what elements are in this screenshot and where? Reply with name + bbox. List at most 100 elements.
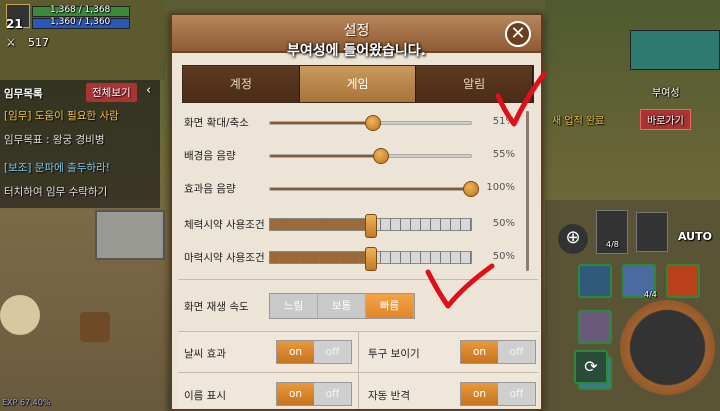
hp-potion-value: 50% — [492, 218, 515, 229]
skill-slot[interactable] — [666, 264, 700, 298]
quest-item[interactable]: [보조] 문파에 출두하라! — [4, 160, 110, 175]
auto-button[interactable]: AUTO — [678, 230, 712, 243]
weather-effect-label: 날씨 효과 — [184, 348, 226, 360]
quest-item[interactable]: [임무] 도움이 필요한 사람 — [4, 108, 119, 123]
slider-segment — [340, 219, 351, 230]
auto-counter-label: 자동 반격 — [368, 390, 410, 402]
playback-speed-group: 느림 보통 빠름 — [269, 293, 415, 319]
helmet-visible-label: 투구 보이기 — [368, 348, 420, 360]
target-icon[interactable]: ⊕ — [558, 224, 588, 254]
toggle-on[interactable]: on — [277, 341, 314, 363]
slider-segment — [440, 219, 451, 230]
slider-segment — [450, 219, 461, 230]
attack-button[interactable] — [620, 300, 715, 395]
achievement-notice: 새 업적 완료 — [552, 116, 605, 127]
building-roof — [630, 30, 720, 70]
playback-speed-label: 화면 재생 속도 — [184, 301, 249, 313]
name-display-toggle[interactable]: on off — [276, 382, 352, 406]
stone-wall — [95, 210, 165, 260]
view-all-button[interactable]: 전체보기 — [86, 83, 137, 102]
slider-segment — [290, 252, 301, 263]
attack-value: 517 — [28, 36, 49, 49]
quest-header: 임무목록 — [4, 88, 43, 100]
quest-item[interactable]: 임무목표 : 왕궁 경비병 — [4, 132, 105, 147]
sfx-slider[interactable] — [269, 181, 479, 197]
speed-fast-button[interactable]: 빠름 — [366, 294, 414, 318]
slider-segment — [320, 252, 331, 263]
tab-game[interactable]: 게임 — [299, 66, 417, 102]
slider-segment — [320, 219, 331, 230]
bgm-slider-handle[interactable] — [372, 148, 389, 164]
zoom-slider[interactable] — [269, 115, 472, 131]
sfx-setting: 효과음 음량 100% — [184, 179, 519, 199]
slider-segment — [340, 252, 351, 263]
player-level: 21 — [6, 17, 23, 31]
slider-segment — [330, 219, 341, 230]
toggle-on[interactable]: on — [277, 383, 314, 405]
barrel — [80, 312, 110, 342]
weather-effect-toggle[interactable]: on off — [276, 340, 352, 364]
checkmark-annotation — [425, 263, 495, 309]
slider-segment — [290, 219, 301, 230]
slot-count: 4/8 — [606, 240, 619, 249]
slider-segment — [330, 252, 341, 263]
slider-segment — [270, 219, 281, 230]
toggle-on[interactable]: on — [461, 341, 498, 363]
slider-segment — [300, 219, 311, 230]
slider-segment — [350, 219, 361, 230]
bag-icon[interactable] — [636, 212, 668, 252]
speed-normal-button[interactable]: 보통 — [318, 294, 366, 318]
helmet-visible-toggle[interactable]: on off — [460, 340, 536, 364]
slider-segment — [310, 219, 321, 230]
tab-account[interactable]: 계정 — [183, 66, 300, 102]
sfx-value: 100% — [486, 182, 515, 193]
skill-slot[interactable] — [578, 264, 612, 298]
hp-potion-setting: 체력시약 사용조건 50% — [184, 214, 519, 238]
sfx-slider-handle[interactable] — [463, 181, 479, 197]
bgm-slider[interactable] — [269, 148, 472, 164]
swap-icon[interactable]: ⟳ — [574, 350, 608, 384]
quest-item[interactable]: 터치하여 임무 수락하기 — [4, 184, 107, 199]
toggle-off[interactable]: off — [314, 383, 351, 405]
divider — [178, 372, 538, 373]
toggle-off[interactable]: off — [314, 341, 351, 363]
slider-segment — [270, 252, 281, 263]
skill-slot[interactable] — [578, 310, 612, 344]
zoom-slider-handle[interactable] — [364, 115, 381, 131]
mp-text: 1,360 / 1,360 — [50, 17, 111, 27]
slider-segment — [300, 252, 311, 263]
settings-tabs: 계정 게임 알림 — [182, 65, 534, 103]
toggle-off[interactable]: off — [498, 383, 535, 405]
slider-segment — [420, 219, 431, 230]
slider-segment — [390, 252, 401, 263]
slider-segment — [310, 252, 321, 263]
goto-button[interactable]: 바로가기 — [640, 109, 691, 130]
slider-segment — [350, 252, 361, 263]
bgm-value: 55% — [492, 149, 515, 160]
slider-segment — [390, 219, 401, 230]
slider-segment — [380, 252, 391, 263]
potion-slider-handle[interactable] — [364, 214, 377, 238]
bgm-label: 배경음 음량 — [184, 150, 236, 162]
slider-segment — [400, 219, 411, 230]
location-label: 부여성 — [652, 88, 680, 99]
attack-icon: ⚔ — [6, 36, 16, 49]
bgm-setting: 배경음 음량 55% — [184, 146, 519, 166]
collapse-icon[interactable]: ‹ — [146, 83, 151, 98]
hp-potion-label: 체력시약 사용조건 — [184, 219, 265, 231]
toast-message: 부여성에 들어왔습니다. — [287, 43, 426, 59]
slider-segment — [410, 219, 421, 230]
potion-slider-handle[interactable] — [364, 247, 377, 271]
close-button[interactable]: ✕ — [505, 21, 531, 47]
slider-segment — [460, 219, 471, 230]
slider-segment — [400, 252, 411, 263]
name-display-label: 이름 표시 — [184, 390, 226, 402]
hp-potion-slider[interactable] — [269, 214, 472, 238]
toggle-off[interactable]: off — [498, 341, 535, 363]
speed-slow-button[interactable]: 느림 — [270, 294, 318, 318]
auto-counter-toggle[interactable]: on off — [460, 382, 536, 406]
hp-text: 1,368 / 1,368 — [50, 5, 111, 15]
toggle-on[interactable]: on — [461, 383, 498, 405]
mp-potion-label: 마력시약 사용조건 — [184, 252, 265, 264]
settings-dialog: 설정 부여성에 들어왔습니다. ✕ 계정 게임 알림 화면 확대/축소 51% … — [170, 13, 543, 411]
